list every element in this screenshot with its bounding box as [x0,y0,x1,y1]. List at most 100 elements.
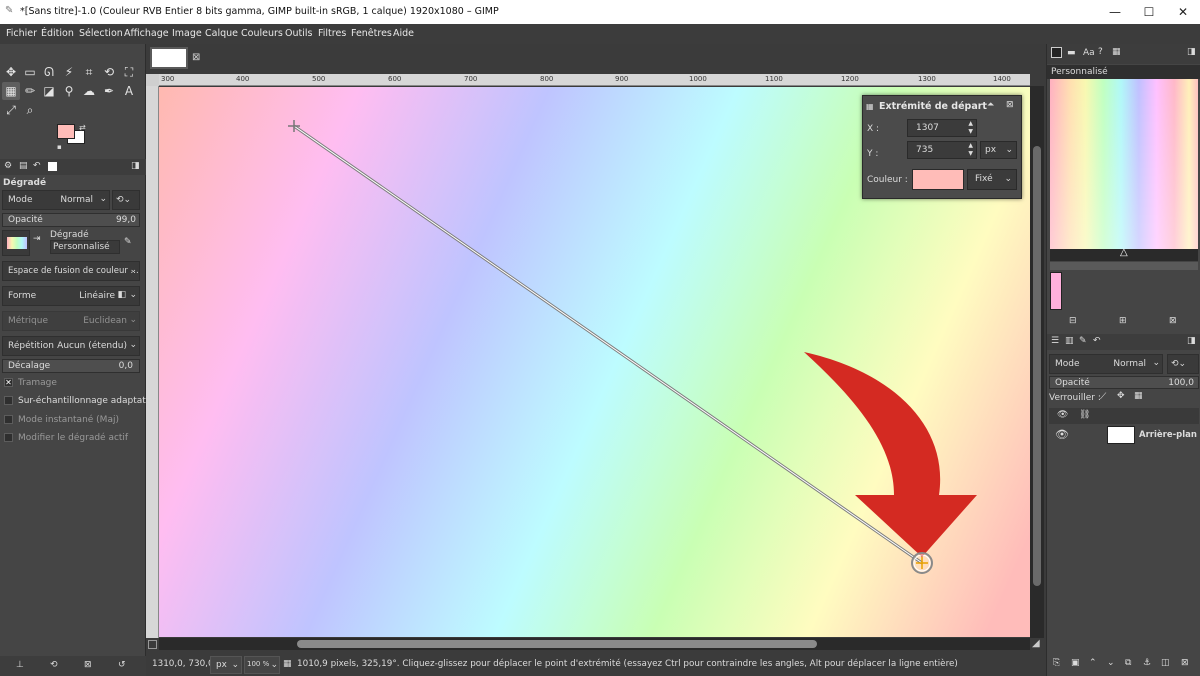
delete-layer-icon[interactable]: ⊠ [1181,658,1189,668]
menu-calque[interactable]: Calque [205,28,238,39]
crop-icon[interactable]: ⌗ [80,63,98,81]
layer-opacity-slider[interactable]: Opacité 100,0 [1049,376,1199,389]
menu-couleurs[interactable]: Couleurs [241,28,283,39]
image-tab-thumbnail[interactable] [150,47,188,69]
layers-tab-icon[interactable]: ☰ [1051,336,1059,346]
lock-pixels-icon[interactable]: ⟋ [1100,392,1106,402]
shape-select[interactable]: Forme Linéaire ◧ ⌄ [2,286,140,306]
vertical-scrollbar[interactable] [1030,86,1044,638]
gradient-preview-button[interactable] [2,230,30,256]
patterns-tab-icon[interactable]: ▬ [1067,48,1076,58]
new-group-icon[interactable]: ▣ [1071,658,1080,668]
default-colors-icon[interactable]: ▪ [57,143,62,151]
fonts-tab-icon[interactable]: Aa [1083,48,1095,58]
horizontal-scroll-thumb[interactable] [297,640,817,648]
channels-tab-icon[interactable]: ▥ [1065,336,1074,346]
blend-space-select[interactable]: Espace de fusion de couleur ... ⌄ [2,261,140,281]
anchor-layer-icon[interactable]: ⚓ [1143,658,1151,668]
zoom-tool-icon[interactable]: ⌕ [21,101,39,119]
zoom-select[interactable]: 100 % ⌄ [244,656,280,674]
tab-menu-icon[interactable]: ◨ [1187,47,1196,57]
zoom-in-icon[interactable]: ⊞ [1119,316,1127,326]
stop-color-swatch[interactable] [1050,272,1062,310]
reset-options-icon[interactable]: ↺ [118,660,126,670]
eye-icon[interactable]: 👁 [1055,428,1069,441]
smudge-icon[interactable]: ☁ [80,82,98,100]
cage-icon[interactable]: ⛶ [120,63,138,81]
endpoint-color-button[interactable] [912,169,964,190]
gradient-edit-icon[interactable]: ✎ [124,237,132,247]
text-tool-icon[interactable]: A [120,82,138,100]
reverse-gradient-icon[interactable]: ⇥ [33,234,41,244]
gradient-name-field[interactable]: Personnalisé [50,240,120,254]
paths-tab-icon[interactable]: ✎ [1079,336,1087,346]
reset-mode-button[interactable]: ⟲⌄ [112,190,140,210]
pencil-icon[interactable]: ✏ [21,82,39,100]
tab-menu-icon[interactable]: ◨ [1187,336,1196,346]
collapse-icon[interactable]: ⏶ [987,100,994,110]
lasso-icon[interactable]: ᘏ [40,63,58,81]
supersample-checkbox[interactable] [4,396,13,405]
x-spinner[interactable]: 1307 ▲ ▼ [907,119,977,137]
delete-options-icon[interactable]: ⊠ [84,660,92,670]
close-button[interactable]: ✕ [1160,0,1200,24]
restore-options-icon[interactable]: ⟲ [50,660,58,670]
opacity-slider[interactable]: Opacité 99,0 [2,213,140,227]
path-icon[interactable]: ✒ [100,82,118,100]
dither-checkbox[interactable]: ✕ [4,378,13,387]
help-tab-icon[interactable]: ? [1098,47,1103,57]
tab-menu-icon[interactable]: ◨ [131,161,140,171]
save-options-icon[interactable]: ⊥ [16,660,24,670]
undo-history-tab-icon[interactable]: ↶ [33,161,41,171]
instant-mode-checkbox[interactable] [4,415,13,424]
raise-layer-icon[interactable]: ⌃ [1089,658,1097,668]
mode-select[interactable]: Mode Normal ⌄ [2,190,110,210]
clone-icon[interactable]: ⚲ [60,82,78,100]
color-mode-select[interactable]: Fixé ⌄ [967,169,1017,190]
rect-select-icon[interactable]: ▭ [21,63,39,81]
unit-select[interactable]: px ⌄ [210,656,242,674]
gradient-stops-bar[interactable]: △ [1050,247,1198,261]
midpoint-handle-icon[interactable]: △ [1120,247,1128,258]
y-spinner[interactable]: 735 ▲ ▼ [907,141,977,159]
images-tab-icon[interactable] [48,162,57,171]
brushes-tab-icon[interactable] [1051,47,1062,58]
menu-selection[interactable]: Sélection [79,28,123,39]
zoom-out-icon[interactable]: ⊟ [1069,316,1077,326]
repeat-select[interactable]: Répétition Aucun (étendu) ⌄ [2,336,140,356]
offset-slider[interactable]: Décalage 0,0 [2,359,140,373]
eraser-icon[interactable]: ◪ [40,82,58,100]
gradient-tool-icon[interactable]: ▦ [2,82,20,100]
menu-affichage[interactable]: Affichage [124,28,169,39]
close-tab-icon[interactable]: ⊠ [192,52,200,63]
mask-layer-icon[interactable]: ◫ [1161,658,1170,668]
vertical-scroll-thumb[interactable] [1033,146,1041,586]
quick-mask-icon[interactable] [148,640,157,649]
unit-select[interactable]: px ⌄ [980,141,1017,159]
transform-icon[interactable]: ⟲ [100,63,118,81]
fuzzy-select-icon[interactable]: ⚡ [60,63,78,81]
tool-options-tab-icon[interactable]: ⚙ [4,161,12,171]
gradients-tab-icon[interactable]: ▦ [1112,47,1121,57]
layer-mode-reset-button[interactable]: ⟲⌄ [1167,354,1199,374]
lock-position-icon[interactable]: ✥ [1117,391,1125,401]
zoom-all-icon[interactable]: ⊠ [1169,316,1177,326]
layer-mode-select[interactable]: Mode Normal ⌄ [1049,354,1163,374]
menu-edition[interactable]: Édition [41,28,74,39]
duplicate-layer-icon[interactable]: ⧉ [1125,658,1131,668]
vertical-ruler[interactable] [146,86,159,638]
color-picker-icon[interactable]: ⤢ [2,101,20,119]
lower-layer-icon[interactable]: ⌄ [1107,658,1115,668]
menu-outils[interactable]: Outils [285,28,312,39]
modify-gradient-checkbox[interactable] [4,433,13,442]
foreground-color-swatch[interactable] [57,124,75,139]
navigate-icon[interactable]: ◢ [1032,638,1040,649]
close-dialog-icon[interactable]: ⊠ [1006,100,1014,110]
layer-row[interactable]: 👁 Arrière-plan [1049,424,1199,446]
menu-fenetres[interactable]: Fenêtres [351,28,392,39]
horizontal-scrollbar[interactable] [159,638,1030,650]
menu-fichier[interactable]: Fichier [6,28,37,39]
device-status-tab-icon[interactable]: ▤ [19,161,28,171]
history-tab-icon[interactable]: ↶ [1093,336,1101,346]
swap-colors-icon[interactable]: ⇄ [79,123,86,132]
